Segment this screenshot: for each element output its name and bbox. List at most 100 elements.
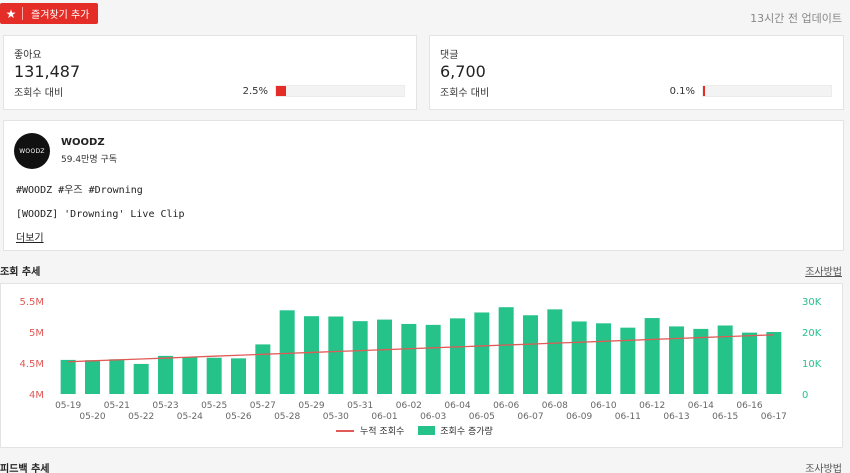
channel-subscribers: 59.4만명 구독 <box>61 155 118 165</box>
likes-ratio-bar <box>275 85 405 97</box>
bar-views-increase <box>766 332 782 394</box>
left-axis-tick: 5M <box>29 328 44 339</box>
video-title: [WOODZ] 'Drowning' Live Clip <box>16 209 185 220</box>
likes-value: 131,487 <box>14 62 81 81</box>
comments-ratio-percent: 0.1% <box>669 86 695 97</box>
bar-views-increase <box>742 332 757 394</box>
x-axis-tick: 05-28 <box>274 412 300 422</box>
x-axis-tick: 06-13 <box>663 412 689 422</box>
channel-avatar[interactable]: WOODZ <box>14 133 50 169</box>
bar-views-increase <box>474 312 490 394</box>
bar-views-increase <box>231 358 246 394</box>
x-axis-tick: 06-05 <box>469 412 495 422</box>
x-axis-tick: 05-25 <box>201 401 227 411</box>
feedback-method-link[interactable]: 조사방법 <box>805 460 842 473</box>
add-favorite-label: 즐겨찾기 추가 <box>31 10 90 21</box>
x-axis-tick: 06-17 <box>761 412 787 422</box>
legend-cumulative-label[interactable]: 누적 조회수 <box>360 424 404 437</box>
likes-ratio-fill <box>276 86 287 96</box>
x-axis-tick: 06-07 <box>517 412 543 422</box>
x-axis-tick: 06-03 <box>420 412 446 422</box>
x-axis-tick: 06-11 <box>615 412 641 422</box>
bar-views-increase <box>377 319 392 394</box>
x-axis-tick: 05-24 <box>177 412 203 422</box>
bar-views-increase <box>85 360 100 394</box>
x-axis-tick: 06-08 <box>542 401 568 411</box>
star-icon: ★ <box>5 6 17 21</box>
right-axis-tick: 10K <box>802 359 822 370</box>
views-chart: 4M 4.5M 5M 5.5M 0 10K 20K 30K 05-19 05-20 05-21 05-… <box>0 283 843 448</box>
x-axis-tick: 06-06 <box>493 401 519 411</box>
x-axis-tick: 05-27 <box>250 401 276 411</box>
right-axis-tick: 20K <box>802 328 822 339</box>
comments-ratio-fill <box>703 86 705 96</box>
bar-views-increase <box>669 326 684 394</box>
bar-views-increase <box>109 359 125 394</box>
comments-value: 6,700 <box>440 62 486 81</box>
likes-card: 좋아요 131,487 조회수 대비 2.5% <box>3 35 417 110</box>
x-axis-tick: 06-10 <box>590 401 616 411</box>
legend-bar-swatch <box>418 426 436 435</box>
bar-views-increase <box>328 316 344 394</box>
x-axis-tick: 06-12 <box>639 401 665 411</box>
bar-views-increase <box>255 344 271 394</box>
video-tags: #WOODZ #우즈 #Drowning <box>16 185 143 196</box>
bar-views-increase <box>133 363 149 394</box>
x-axis-tick: 06-15 <box>712 412 738 422</box>
channel-logo-text: WOODZ <box>19 147 45 155</box>
bar-views-increase <box>352 321 368 394</box>
show-more-link[interactable]: 더보기 <box>16 229 44 244</box>
legend-increase-label[interactable]: 조회수 증가량 <box>440 424 493 437</box>
bar-views-increase <box>498 307 514 394</box>
x-axis-tick: 06-04 <box>444 401 470 411</box>
bar-views-increase <box>523 315 538 394</box>
bar-views-increase <box>644 318 660 394</box>
x-axis-tick: 05-21 <box>104 401 130 411</box>
comments-ratio-label: 조회수 대비 <box>440 88 490 99</box>
likes-ratio-label: 조회수 대비 <box>14 88 64 99</box>
bar-views-increase <box>279 310 295 394</box>
bar-views-increase <box>620 327 636 394</box>
x-axis-tick: 05-23 <box>152 401 178 411</box>
left-axis-tick: 4M <box>29 390 44 401</box>
x-axis-tick: 05-29 <box>298 401 324 411</box>
bar-views-increase <box>717 325 733 394</box>
bar-views-increase <box>450 318 465 394</box>
comments-label: 댓글 <box>440 50 459 61</box>
x-axis-tick: 06-14 <box>688 401 714 411</box>
feedback-trend-title: 피드백 추세 <box>0 464 50 473</box>
bar-views-increase <box>60 359 76 394</box>
likes-label: 좋아요 <box>14 50 42 61</box>
bar-views-increase <box>596 323 611 394</box>
channel-name[interactable]: WOODZ <box>61 137 105 148</box>
video-info-card: WOODZ WOODZ 59.4만명 구독 #WOODZ #우즈 #Drowni… <box>3 120 844 251</box>
x-axis-tick: 05-30 <box>323 412 349 422</box>
x-axis-tick: 06-02 <box>396 401 422 411</box>
bar-views-increase <box>304 316 319 394</box>
x-axis-tick: 06-09 <box>566 412 592 422</box>
likes-ratio-percent: 2.5% <box>242 86 268 97</box>
bar-views-increase <box>401 323 417 394</box>
left-axis-tick: 5.5M <box>19 297 44 308</box>
x-axis-tick: 05-20 <box>79 412 105 422</box>
bar-views-increase <box>571 321 587 394</box>
bar-views-increase <box>206 357 222 394</box>
bar-views-increase <box>425 324 441 394</box>
views-trend-title: 조회 추세 <box>0 267 41 278</box>
divider <box>22 7 23 20</box>
line-cumulative-views <box>68 334 774 363</box>
bar-views-increase <box>547 309 563 394</box>
x-axis-tick: 05-19 <box>55 401 81 411</box>
right-axis-tick: 0 <box>802 390 808 401</box>
comments-card: 댓글 6,700 조회수 대비 0.1% <box>429 35 844 110</box>
bar-views-increase <box>693 328 709 394</box>
bar-views-increase <box>182 357 198 394</box>
left-axis-tick: 4.5M <box>19 359 44 370</box>
comments-ratio-bar <box>702 85 832 97</box>
x-axis-tick: 05-22 <box>128 412 154 422</box>
chart-legend: 누적 조회수 조회수 증가량 <box>336 424 493 437</box>
views-method-link[interactable]: 조사방법 <box>805 263 842 278</box>
right-axis-tick: 30K <box>802 297 822 308</box>
add-favorite-button[interactable]: ★ 즐겨찾기 추가 <box>0 3 98 24</box>
x-axis-tick: 05-26 <box>225 412 251 422</box>
